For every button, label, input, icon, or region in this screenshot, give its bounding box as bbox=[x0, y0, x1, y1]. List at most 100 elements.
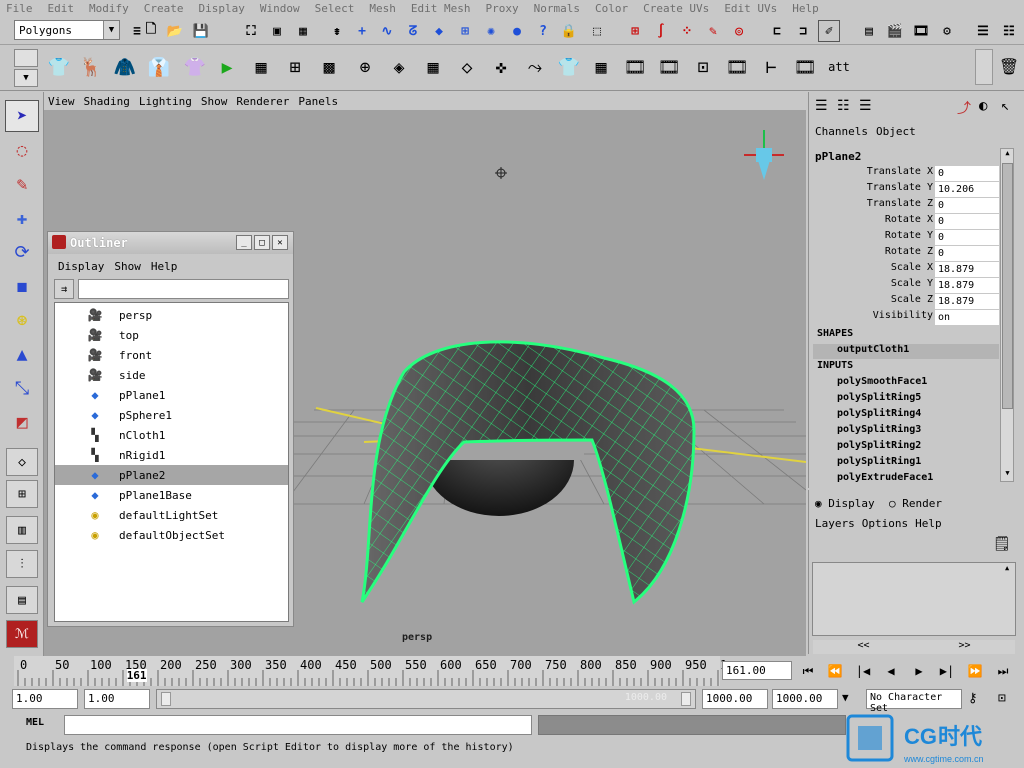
step-forward-key-icon[interactable]: ▶| bbox=[934, 661, 960, 681]
persp-graph-layout-icon[interactable]: ⫶ bbox=[6, 550, 38, 578]
persp-outliner-layout-icon[interactable]: ▥ bbox=[6, 516, 38, 544]
input-node[interactable]: polySplitRing3 bbox=[837, 424, 921, 435]
menu-normals[interactable]: Normals bbox=[534, 2, 580, 15]
filter-options-icon[interactable]: ⇉ bbox=[54, 279, 74, 299]
render-view-icon[interactable]: ▤ bbox=[858, 20, 880, 42]
scroll-left-button[interactable]: << bbox=[857, 640, 869, 654]
single-pane-layout-icon[interactable]: ◇ bbox=[6, 448, 38, 476]
menu-color[interactable]: Color bbox=[595, 2, 628, 15]
playback-start-field[interactable]: 1.00 bbox=[84, 689, 150, 709]
channel-value-field[interactable]: 0 bbox=[935, 214, 999, 229]
lasso-tool-icon[interactable]: ◌ bbox=[5, 134, 39, 166]
render-settings-icon[interactable]: ⚙ bbox=[936, 20, 958, 42]
panel-menu-renderer[interactable]: Renderer bbox=[236, 95, 289, 108]
snap-view-plane-icon[interactable]: ✎ bbox=[702, 20, 724, 42]
render-mask-icon[interactable]: ● bbox=[506, 20, 528, 42]
tool-settings-icon[interactable]: ☷ bbox=[998, 20, 1020, 42]
channel-value-field[interactable]: 0 bbox=[935, 166, 999, 181]
cache-append-icon[interactable]: 🎞 bbox=[722, 50, 752, 84]
outliner-row[interactable]: ◆ pSphere1 bbox=[55, 405, 288, 425]
scale-tool-icon[interactable]: ◼ bbox=[5, 270, 39, 302]
outliner-search-input[interactable] bbox=[78, 279, 289, 299]
mel-label[interactable]: MEL bbox=[26, 717, 44, 728]
snap-curve-icon[interactable]: ∫ bbox=[650, 20, 672, 42]
range-slider-handle-right[interactable] bbox=[681, 692, 691, 706]
step-back-icon[interactable]: ⏪ bbox=[822, 661, 848, 681]
attribute-editor-toggle-icon[interactable]: ☷ bbox=[837, 98, 850, 114]
channel-value-field[interactable]: 0 bbox=[935, 230, 999, 245]
menu-edit[interactable]: Edit bbox=[48, 2, 75, 15]
four-pane-layout-icon[interactable]: ⊞ bbox=[6, 480, 38, 508]
key-icon[interactable]: ⚷ bbox=[968, 691, 978, 706]
tool-settings-toggle-icon[interactable]: ☰ bbox=[859, 98, 872, 114]
menu-window[interactable]: Window bbox=[260, 2, 300, 15]
play-forwards-icon[interactable]: ▶ bbox=[906, 661, 932, 681]
outliner-row[interactable]: 🎥 top bbox=[55, 325, 288, 345]
menu-select[interactable]: Select bbox=[315, 2, 355, 15]
input-node[interactable]: polyExtrudeFace1 bbox=[837, 472, 933, 483]
channel-value-field[interactable]: 18.879 bbox=[935, 278, 999, 293]
outliner-list[interactable]: 🎥 persp 🎥 top 🎥 front 🎥 side ◆ pPlane1 ◆ pSphere1 ▚ n… bbox=[54, 302, 289, 622]
cache-merge-icon[interactable]: ⊢ bbox=[756, 50, 786, 84]
display-radio[interactable]: ◉ Display bbox=[815, 497, 875, 510]
menu-create[interactable]: Create bbox=[144, 2, 184, 15]
channel-box-toggle-icon[interactable]: ☰ bbox=[815, 98, 828, 114]
render-radio[interactable]: ○ Render bbox=[889, 497, 942, 510]
construction-history-icon[interactable]: ✐ bbox=[818, 20, 840, 42]
input-node[interactable]: polySplitRing5 bbox=[837, 392, 921, 403]
soft-modification-icon[interactable]: ▲ bbox=[5, 338, 39, 370]
lock-selection-icon[interactable]: 🔒 bbox=[558, 20, 580, 42]
show-manipulator-icon[interactable]: ⤡ bbox=[5, 372, 39, 404]
cache-film-icon[interactable]: 🎞 bbox=[620, 50, 650, 84]
playback-end-field[interactable]: 1000.00 bbox=[702, 689, 768, 709]
input-node[interactable]: polySplitRing1 bbox=[837, 456, 921, 467]
scroll-right-button[interactable]: >> bbox=[958, 640, 970, 654]
point-to-surface-icon[interactable]: ✜ bbox=[486, 50, 516, 84]
open-scene-icon[interactable]: 📂 bbox=[164, 20, 186, 42]
outliner-row[interactable]: ▚ nRigid1 bbox=[55, 445, 288, 465]
go-to-end-icon[interactable]: ⏭ bbox=[990, 661, 1016, 681]
command-input[interactable] bbox=[64, 715, 532, 735]
pointer-icon[interactable]: ↖ bbox=[1001, 98, 1009, 114]
menu-proxy[interactable]: Proxy bbox=[485, 2, 518, 15]
dynamic-mask-icon[interactable]: ✺ bbox=[480, 20, 502, 42]
chevron-down-icon[interactable]: ▼ bbox=[103, 21, 119, 39]
animation-prefs-icon[interactable]: ⊡ bbox=[998, 691, 1006, 706]
tear-surface-icon[interactable]: ▦ bbox=[246, 50, 276, 84]
outliner-row[interactable]: ◉ defaultLightSet bbox=[55, 505, 288, 525]
cache-blend-icon[interactable]: 🎞 bbox=[790, 50, 820, 84]
cache-replace-icon[interactable]: 🎞 bbox=[654, 50, 684, 84]
menu-modify[interactable]: Modify bbox=[89, 2, 129, 15]
menu-help[interactable]: Help bbox=[792, 2, 819, 15]
channel-row[interactable]: Translate Z0 bbox=[813, 198, 999, 214]
scroll-down-icon[interactable]: ▼ bbox=[1002, 469, 1013, 481]
highlight-selection-icon[interactable]: ⬚ bbox=[586, 20, 608, 42]
channel-row[interactable]: Scale Z 18.879 bbox=[813, 294, 999, 310]
make-live-icon[interactable]: ◎ bbox=[728, 20, 750, 42]
paint-vertex-icon[interactable]: ◈ bbox=[384, 50, 414, 84]
axis-icon[interactable]: ⤴ bbox=[957, 98, 971, 118]
start-time-field[interactable]: 1.00 bbox=[12, 689, 78, 709]
channel-value-field[interactable]: on bbox=[935, 310, 999, 325]
current-frame-field[interactable]: 161.00 bbox=[722, 661, 792, 680]
play-interactive-icon[interactable]: ▶ bbox=[212, 50, 242, 84]
menu-create-uvs[interactable]: Create UVs bbox=[643, 2, 709, 15]
outliner-row[interactable]: ▚ nCloth1 bbox=[55, 425, 288, 445]
play-backwards-icon[interactable]: ◀ bbox=[878, 661, 904, 681]
ncloth-preset-icon[interactable]: 👔 bbox=[144, 50, 174, 84]
input-node[interactable]: polySmoothFace1 bbox=[837, 376, 927, 387]
panel-menu-view[interactable]: View bbox=[48, 95, 75, 108]
joint-mask-icon[interactable]: ∿ bbox=[376, 20, 398, 42]
input-node[interactable]: polySplitRing2 bbox=[837, 440, 921, 451]
menu-edit-uvs[interactable]: Edit UVs bbox=[724, 2, 777, 15]
channel-row[interactable]: Rotate Y0 bbox=[813, 230, 999, 246]
outliner-row[interactable]: ◆ pPlane1 bbox=[55, 385, 288, 405]
outliner-row[interactable]: 🎥 persp bbox=[55, 305, 288, 325]
channel-value-field[interactable]: 18.879 bbox=[935, 262, 999, 277]
outliner-menu-show[interactable]: Show bbox=[114, 260, 141, 273]
scroll-up-icon[interactable]: ▲ bbox=[1002, 149, 1013, 161]
channel-row[interactable]: Visibility on bbox=[813, 310, 999, 326]
handle-mask-icon[interactable]: + bbox=[351, 20, 373, 42]
menu-file[interactable]: File bbox=[6, 2, 33, 15]
universal-manipulator-icon[interactable]: ⊛ bbox=[5, 304, 39, 336]
